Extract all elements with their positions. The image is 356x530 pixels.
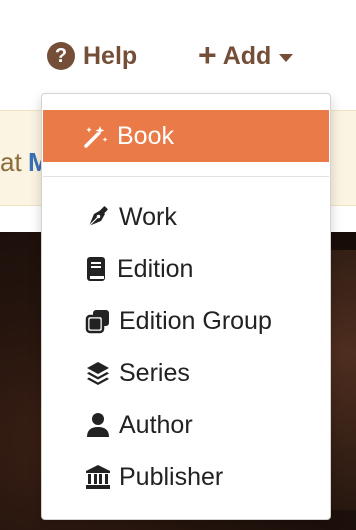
caret-down-icon xyxy=(279,54,294,62)
menu-item-publisher[interactable]: Publisher xyxy=(43,451,329,503)
menu-item-book[interactable]: Book xyxy=(43,110,329,162)
menu-item-label: Author xyxy=(119,410,193,439)
menu-item-edition[interactable]: Edition xyxy=(43,243,329,295)
clone-icon xyxy=(85,308,111,334)
menu-item-label: Book xyxy=(117,121,174,150)
help-link[interactable]: ? Help xyxy=(47,38,137,74)
magic-wand-icon xyxy=(83,123,109,149)
menu-item-series[interactable]: Series xyxy=(43,347,329,399)
plus-icon: + xyxy=(198,36,217,73)
pen-nib-icon xyxy=(85,204,111,230)
menu-item-label: Edition xyxy=(117,254,194,283)
page: ? Help + Add at M Book Work Edition Edit… xyxy=(0,0,356,530)
question-circle-icon: ? xyxy=(47,42,75,70)
menu-item-label: Series xyxy=(119,358,190,387)
menu-item-work[interactable]: Work xyxy=(43,191,329,243)
menu-item-author[interactable]: Author xyxy=(43,399,329,451)
add-dropdown-menu: Book Work Edition Edition Group Series A… xyxy=(41,93,331,520)
add-dropdown-toggle[interactable]: + Add xyxy=(198,36,294,74)
menu-item-label: Publisher xyxy=(119,462,224,491)
menu-item-label: Work xyxy=(119,202,177,231)
university-icon xyxy=(85,464,111,490)
user-icon xyxy=(85,412,111,438)
menu-divider xyxy=(43,176,329,177)
layer-group-icon xyxy=(85,360,111,386)
add-label: Add xyxy=(222,41,272,70)
book-icon xyxy=(83,256,109,282)
help-label: Help xyxy=(83,41,138,70)
menu-item-edition-group[interactable]: Edition Group xyxy=(43,295,329,347)
menu-item-label: Edition Group xyxy=(119,306,272,335)
notice-text: at xyxy=(0,147,22,177)
